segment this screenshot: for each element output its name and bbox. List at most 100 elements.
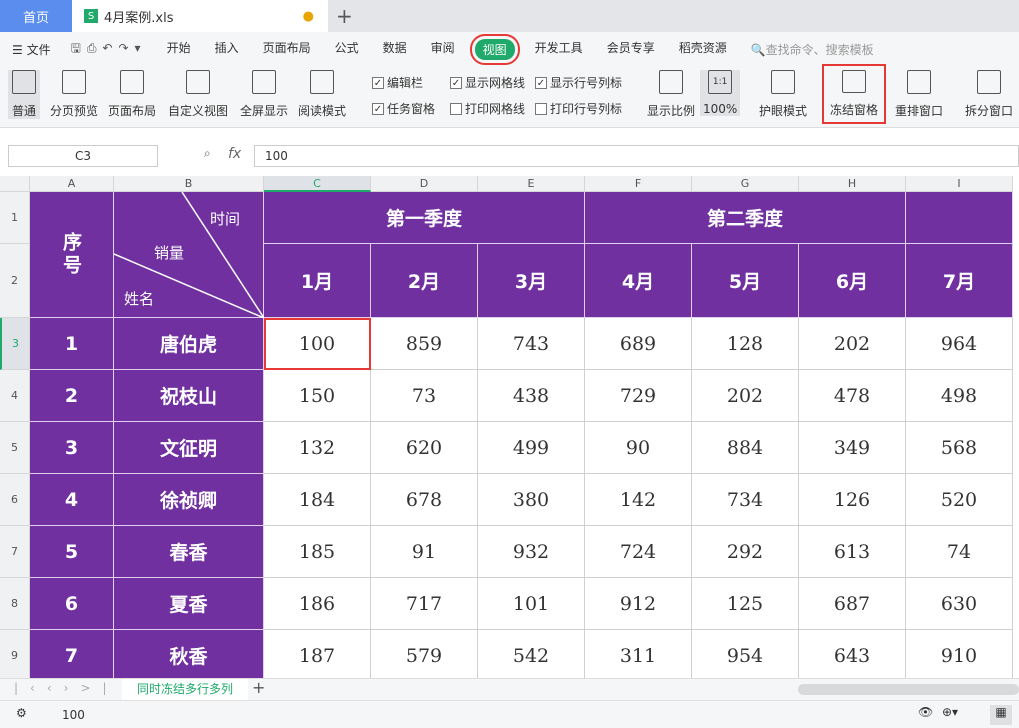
row-seq[interactable]: 6 bbox=[30, 578, 114, 630]
zoom-button[interactable]: 显示比例 bbox=[644, 70, 698, 119]
data-cell[interactable]: 478 bbox=[799, 370, 906, 422]
header-month[interactable]: 3月 bbox=[478, 244, 585, 318]
data-cell[interactable]: 884 bbox=[692, 422, 799, 474]
data-cell[interactable]: 380 bbox=[478, 474, 585, 526]
checkbox-box-4[interactable] bbox=[450, 103, 462, 115]
fx-icon[interactable]: fx bbox=[228, 146, 241, 162]
row-header-1[interactable]: 1 bbox=[0, 192, 30, 244]
sheet-nav-icons[interactable]: |‹‹›>| bbox=[14, 681, 119, 695]
data-cell[interactable]: 568 bbox=[906, 422, 1013, 474]
row-seq[interactable]: 4 bbox=[30, 474, 114, 526]
column-header-E[interactable]: E bbox=[478, 176, 585, 192]
data-cell[interactable]: 910 bbox=[906, 630, 1013, 682]
normal-view-icon[interactable]: ▦ bbox=[990, 705, 1012, 725]
data-cell[interactable]: 542 bbox=[478, 630, 585, 682]
menu-tab-5[interactable]: 审阅 bbox=[419, 39, 467, 60]
header-month[interactable]: 1月 bbox=[264, 244, 371, 318]
view-button-4[interactable]: 全屏显示 bbox=[236, 70, 292, 119]
data-cell[interactable]: 74 bbox=[906, 526, 1013, 578]
data-cell[interactable]: 100 bbox=[264, 318, 371, 370]
row-seq[interactable]: 5 bbox=[30, 526, 114, 578]
menu-tab-8[interactable]: 会员专享 bbox=[595, 39, 667, 60]
data-cell[interactable]: 187 bbox=[264, 630, 371, 682]
menu-tab-6[interactable]: 视图 bbox=[475, 39, 515, 60]
checkbox-5[interactable]: 打印行号列标 bbox=[535, 100, 622, 117]
data-cell[interactable]: 859 bbox=[371, 318, 478, 370]
horizontal-scrollbar[interactable] bbox=[798, 684, 1019, 695]
row-seq[interactable]: 3 bbox=[30, 422, 114, 474]
row-name[interactable]: 唐伯虎 bbox=[114, 318, 264, 370]
data-cell[interactable]: 729 bbox=[585, 370, 692, 422]
select-all-corner[interactable] bbox=[0, 176, 30, 192]
menu-tab-9[interactable]: 稻壳资源 bbox=[667, 39, 739, 60]
view-button-5[interactable]: 阅读模式 bbox=[294, 70, 350, 119]
menu-tab-1[interactable]: 插入 bbox=[203, 39, 251, 60]
data-cell[interactable]: 202 bbox=[692, 370, 799, 422]
header-seq[interactable]: 序号 bbox=[30, 192, 114, 318]
view-button-3[interactable]: 自定义视图 bbox=[164, 70, 232, 119]
row-header-9[interactable]: 9 bbox=[0, 630, 30, 682]
header-month[interactable]: 5月 bbox=[692, 244, 799, 318]
data-cell[interactable]: 734 bbox=[692, 474, 799, 526]
formula-input[interactable]: 100 bbox=[254, 145, 1019, 167]
data-cell[interactable]: 132 bbox=[264, 422, 371, 474]
view-button-2[interactable]: 页面布局 bbox=[104, 70, 160, 119]
view-button-0[interactable]: 普通 bbox=[8, 70, 40, 119]
checkbox-box-2[interactable]: ✓ bbox=[535, 77, 547, 89]
header-month[interactable]: 2月 bbox=[371, 244, 478, 318]
checkbox-1[interactable]: ✓显示网格线 bbox=[450, 74, 525, 91]
header-q2[interactable]: 第二季度 bbox=[585, 192, 906, 244]
data-cell[interactable]: 932 bbox=[478, 526, 585, 578]
search-commands[interactable]: 🔍查找命令、搜索模板 bbox=[739, 41, 886, 58]
data-cell[interactable]: 499 bbox=[478, 422, 585, 474]
data-cell[interactable]: 91 bbox=[371, 526, 478, 578]
data-cell[interactable]: 101 bbox=[478, 578, 585, 630]
row-header-3[interactable]: 3 bbox=[0, 318, 30, 370]
name-box[interactable]: C3 bbox=[8, 145, 158, 167]
column-header-C[interactable]: C bbox=[264, 176, 371, 192]
data-cell[interactable]: 128 bbox=[692, 318, 799, 370]
data-cell[interactable]: 678 bbox=[371, 474, 478, 526]
menu-tab-0[interactable]: 开始 bbox=[155, 39, 203, 60]
data-cell[interactable]: 73 bbox=[371, 370, 478, 422]
menu-tab-3[interactable]: 公式 bbox=[323, 39, 371, 60]
data-cell[interactable]: 90 bbox=[585, 422, 692, 474]
header-q3-partial[interactable] bbox=[906, 192, 1013, 244]
checkbox-box-1[interactable]: ✓ bbox=[450, 77, 462, 89]
data-cell[interactable]: 498 bbox=[906, 370, 1013, 422]
zoom-formula-icon[interactable]: ⌕ bbox=[204, 146, 211, 161]
row-name[interactable]: 祝枝山 bbox=[114, 370, 264, 422]
row-name[interactable]: 夏香 bbox=[114, 578, 264, 630]
row-header-5[interactable]: 5 bbox=[0, 422, 30, 474]
row-name[interactable]: 文征明 bbox=[114, 422, 264, 474]
macro-icon[interactable]: ⚙ bbox=[16, 706, 27, 720]
eye-protection-button[interactable]: 护眼模式 bbox=[756, 70, 810, 119]
column-header-F[interactable]: F bbox=[585, 176, 692, 192]
data-cell[interactable]: 150 bbox=[264, 370, 371, 422]
row-seq[interactable]: 1 bbox=[30, 318, 114, 370]
data-cell[interactable]: 630 bbox=[906, 578, 1013, 630]
menu-tab-7[interactable]: 开发工具 bbox=[523, 39, 595, 60]
row-header-2[interactable]: 2 bbox=[0, 244, 30, 318]
row-header-7[interactable]: 7 bbox=[0, 526, 30, 578]
sheet-tab[interactable]: 同时冻结多行多列 bbox=[122, 679, 248, 701]
eye-protection-icon[interactable]: 👁 bbox=[918, 705, 933, 719]
row-name[interactable]: 秋香 bbox=[114, 630, 264, 682]
row-header-4[interactable]: 4 bbox=[0, 370, 30, 422]
column-header-H[interactable]: H bbox=[799, 176, 906, 192]
checkbox-0[interactable]: ✓编辑栏 bbox=[372, 74, 423, 91]
data-cell[interactable]: 311 bbox=[585, 630, 692, 682]
checkbox-3[interactable]: ✓任务窗格 bbox=[372, 100, 435, 117]
header-month[interactable]: 6月 bbox=[799, 244, 906, 318]
row-name[interactable]: 春香 bbox=[114, 526, 264, 578]
data-cell[interactable]: 912 bbox=[585, 578, 692, 630]
column-header-D[interactable]: D bbox=[371, 176, 478, 192]
row-header-6[interactable]: 6 bbox=[0, 474, 30, 526]
tab-file[interactable]: S4月案例.xls● bbox=[72, 0, 328, 32]
new-tab-button[interactable]: + bbox=[336, 4, 353, 28]
data-cell[interactable]: 202 bbox=[799, 318, 906, 370]
data-cell[interactable]: 292 bbox=[692, 526, 799, 578]
menu-tab-2[interactable]: 页面布局 bbox=[251, 39, 323, 60]
header-month[interactable]: 4月 bbox=[585, 244, 692, 318]
row-header-8[interactable]: 8 bbox=[0, 578, 30, 630]
